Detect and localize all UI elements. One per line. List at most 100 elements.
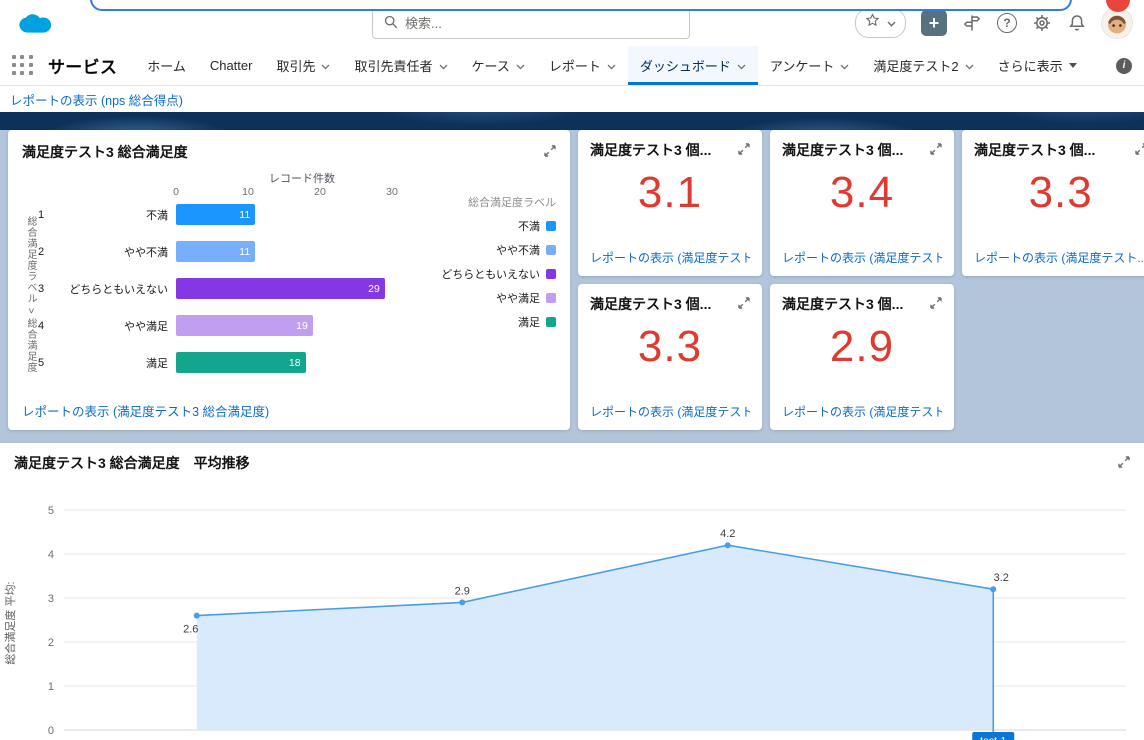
metric-value: 3.4 — [782, 168, 942, 218]
setup-gear-icon[interactable] — [1032, 13, 1052, 33]
help-icon[interactable]: ? — [997, 13, 1017, 33]
cards-grid: 満足度テスト3 総合満足度 総合満足度ラベル > 総合満足度 レコード件数 01… — [0, 130, 1144, 430]
report-link[interactable]: レポートの表示 (nps 総合得点) — [10, 90, 183, 109]
notifications-bell-icon[interactable] — [1067, 13, 1087, 33]
legend-label: 満足 — [518, 314, 540, 330]
avatar[interactable] — [1102, 8, 1132, 38]
report-link[interactable]: レポートの表示 (満足度テスト... — [782, 403, 942, 420]
metric-card: 満足度テスト3 個...3.1レポートの表示 (満足度テスト... — [578, 130, 762, 276]
svg-text:5: 5 — [48, 505, 54, 517]
nav-tab-label: レポート — [549, 56, 601, 75]
expand-icon[interactable] — [930, 140, 942, 160]
bar[interactable]: 29 — [176, 278, 385, 299]
bar-row-label: 不満 — [60, 207, 168, 223]
nav-tab[interactable]: ホーム — [135, 46, 198, 85]
legend-item[interactable]: どちらともいえない — [441, 266, 556, 282]
card-title: 満足度テスト3 個... — [974, 140, 1095, 160]
nav-tab[interactable]: アンケート — [758, 46, 861, 85]
legend-item[interactable]: やや満足 — [496, 290, 556, 306]
report-link[interactable]: レポートの表示 (満足度テスト... — [590, 249, 750, 266]
bar-chart-row: 4やや満足19 — [38, 315, 428, 336]
legend-swatch — [546, 269, 556, 279]
report-link[interactable]: レポートの表示 (満足度テスト... — [590, 403, 750, 420]
svg-text:総合満足度 平均:: 総合満足度 平均: — [3, 581, 17, 664]
svg-text:1: 1 — [48, 681, 54, 693]
bar-track: 11 — [176, 241, 428, 262]
nav-tab[interactable]: ケース — [460, 46, 537, 85]
legend-swatch — [546, 221, 556, 231]
nav-tab[interactable]: ダッシュボード — [628, 46, 758, 85]
nav-tab[interactable]: 取引先 — [264, 46, 342, 85]
nav-tab-label: ホーム — [147, 56, 186, 75]
svg-text:3.2: 3.2 — [994, 572, 1009, 584]
bar[interactable]: 11 — [176, 204, 255, 225]
x-tick-label: 20 — [314, 186, 326, 198]
nav-tab[interactable]: レポート — [537, 46, 628, 85]
bar[interactable]: 18 — [176, 352, 306, 373]
nav-tab[interactable]: Chatter — [198, 46, 265, 85]
bar-chart-card: 満足度テスト3 総合満足度 総合満足度ラベル > 総合満足度 レコード件数 01… — [8, 130, 570, 430]
expand-icon[interactable] — [738, 294, 750, 314]
expand-icon[interactable] — [930, 294, 942, 314]
global-search[interactable] — [372, 8, 690, 39]
x-tick-label: 30 — [386, 186, 398, 198]
legend-label: 不満 — [518, 218, 540, 234]
report-link[interactable]: レポートの表示 (満足度テスト... — [974, 249, 1144, 266]
nav-tab[interactable]: さらに表示 — [986, 46, 1089, 85]
legend-label: どちらともいえない — [441, 266, 540, 282]
header-actions: + ? — [855, 7, 1132, 39]
bar-row-index: 2 — [38, 246, 52, 258]
guidance-icon[interactable] — [962, 13, 982, 33]
bar[interactable]: 11 — [176, 241, 255, 262]
salesforce-logo[interactable] — [14, 9, 58, 42]
bar-y-axis-title: 総合満足度ラベル > 総合満足度 — [22, 170, 38, 410]
legend-swatch — [546, 293, 556, 303]
expand-icon[interactable] — [544, 142, 556, 162]
search-input[interactable] — [405, 16, 679, 31]
x-tick-label: 10 — [242, 186, 254, 198]
favorites-button[interactable] — [855, 8, 906, 38]
nav-tab-label: 満足度テスト2 — [873, 56, 958, 75]
svg-text:2.6: 2.6 — [183, 624, 198, 636]
metric-card: 満足度テスト3 個... 3.4 レポートの表示 (満足度テスト... — [770, 130, 954, 276]
bar-value-label: 19 — [296, 320, 308, 332]
nav-tab-label: さらに表示 — [998, 56, 1063, 75]
card-header: 満足度テスト3 個... — [782, 294, 942, 314]
info-icon[interactable]: i — [1116, 58, 1132, 74]
chevron-down-icon — [607, 58, 616, 73]
legend-item[interactable]: 満足 — [518, 314, 556, 330]
metric-card: 満足度テスト3 個...2.9レポートの表示 (満足度テスト... — [770, 284, 954, 430]
nav-tab[interactable]: 取引先責任者 — [342, 46, 459, 85]
bar-chart-row: 2やや不満11 — [38, 241, 428, 262]
bar-row-index: 1 — [38, 209, 52, 221]
app-launcher-icon[interactable] — [12, 55, 34, 77]
trend-chart-card: 満足度テスト3 総合満足度 平均推移 0123452.62.94.23.2総合満… — [0, 443, 1144, 740]
card-header: 満足度テスト3 個... — [782, 140, 942, 160]
app-navigation: サービス ホームChatter取引先取引先責任者ケースレポートダッシュボードアン… — [0, 46, 1144, 86]
bar[interactable]: 19 — [176, 315, 313, 336]
report-link[interactable]: レポートの表示 (満足度テスト3 総合満足度) — [22, 401, 269, 420]
browser-address-bar[interactable] — [90, 0, 1072, 11]
bar-rows: 1不満112やや不満113どちらともいえない294やや満足195満足18 — [38, 204, 428, 373]
chevron-down-icon — [516, 58, 525, 73]
expand-icon[interactable] — [1118, 453, 1130, 473]
bar-row-label: 満足 — [60, 355, 168, 371]
nav-tab-label: ケース — [472, 56, 510, 75]
subheader: レポートの表示 (nps 総合得点) — [0, 86, 1144, 112]
report-link[interactable]: レポートの表示 (満足度テスト... — [782, 249, 942, 266]
nav-tab-label: アンケート — [770, 56, 834, 75]
global-actions-button[interactable]: + — [921, 10, 947, 36]
expand-icon[interactable] — [738, 140, 750, 160]
legend-item[interactable]: 不満 — [518, 218, 556, 234]
svg-text:4: 4 — [48, 549, 54, 561]
bar-row-index: 3 — [38, 283, 52, 295]
card-header: 満足度テスト3 個... — [590, 140, 750, 160]
legend-item[interactable]: やや不満 — [496, 242, 556, 258]
chevron-down-icon — [737, 58, 746, 73]
bar-row-label: どちらともいえない — [60, 281, 168, 297]
nav-tab-label: Chatter — [210, 58, 253, 73]
chevron-down-icon — [321, 58, 330, 73]
nav-tab[interactable]: 満足度テスト2 — [861, 46, 985, 85]
expand-icon[interactable] — [1135, 140, 1144, 160]
legend-label: やや不満 — [496, 242, 540, 258]
